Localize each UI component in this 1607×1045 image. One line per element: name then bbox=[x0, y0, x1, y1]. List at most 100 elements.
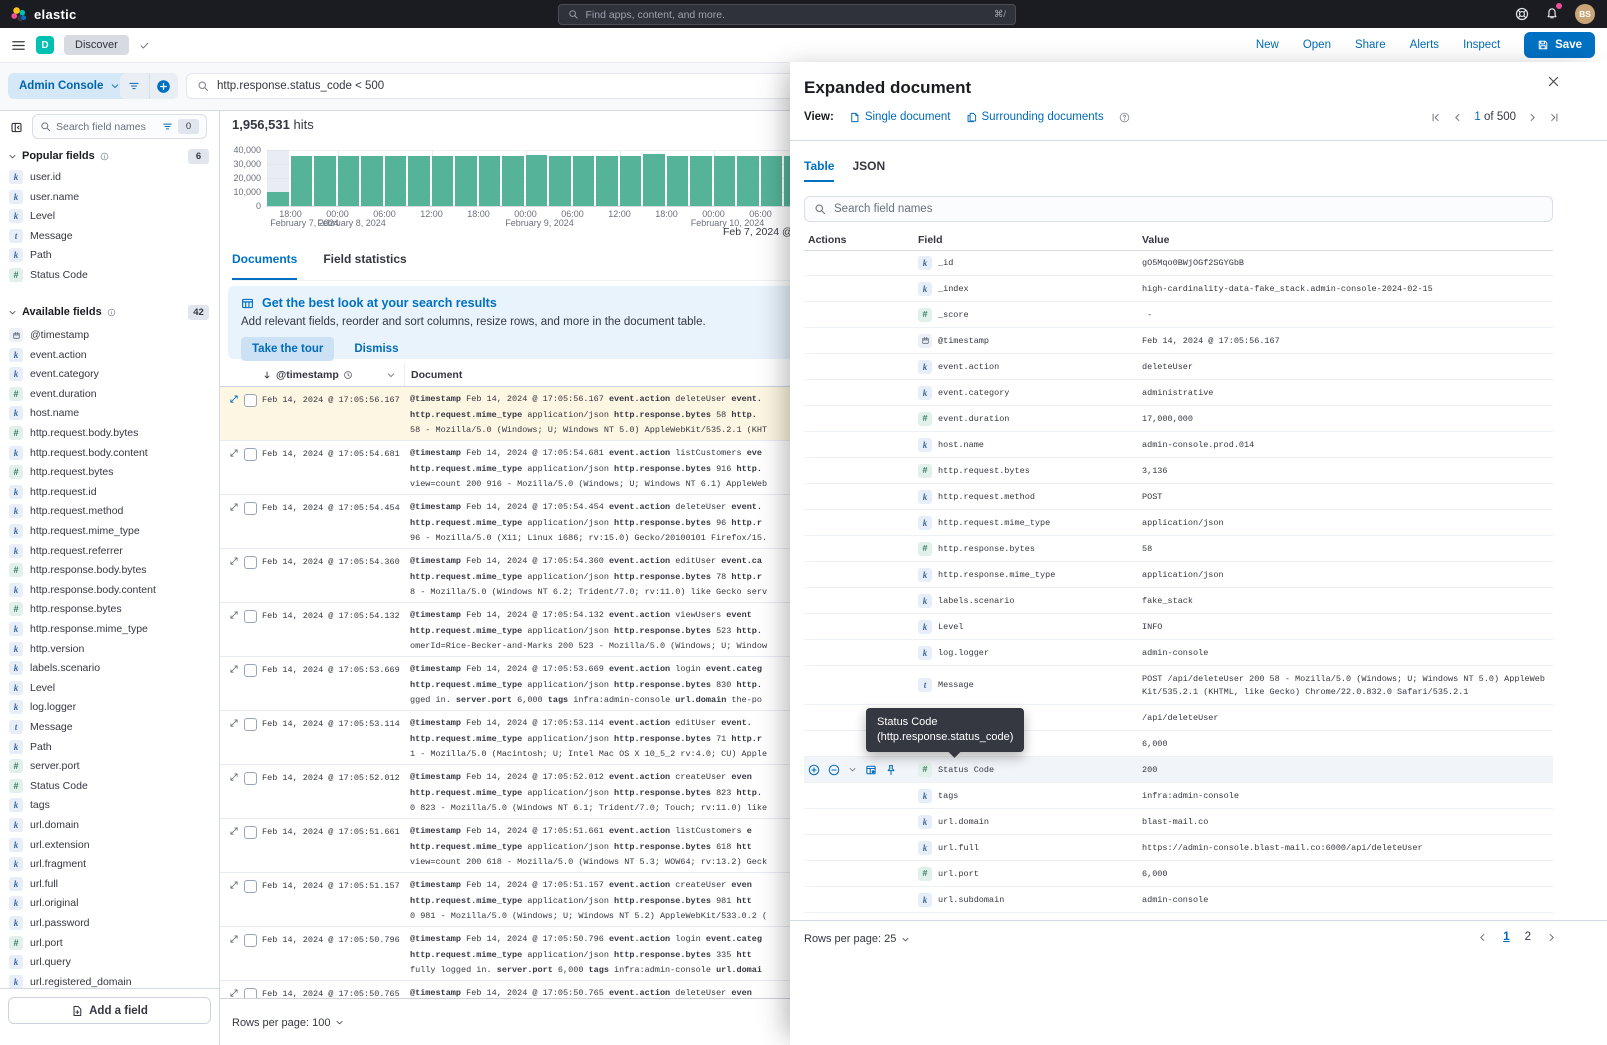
timestamp-column-header[interactable]: @timestamp bbox=[262, 369, 404, 381]
help-circle-icon[interactable] bbox=[1119, 112, 1130, 123]
row-checkbox[interactable] bbox=[244, 772, 257, 785]
sidebar-item-url-port[interactable]: #url.port bbox=[0, 933, 219, 953]
flyout-field-row[interactable]: khttp.request.methodPOST bbox=[804, 484, 1553, 510]
histogram-bar[interactable] bbox=[314, 156, 336, 206]
row-checkbox[interactable] bbox=[244, 448, 257, 461]
sidebar-item-http-response-mime-type[interactable]: khttp.response.mime_type bbox=[0, 619, 219, 639]
flyout-field-row[interactable]: kevent.categoryadministrative bbox=[804, 380, 1553, 406]
expand-document-icon[interactable] bbox=[229, 718, 239, 728]
breadcrumb[interactable]: Discover bbox=[64, 35, 129, 55]
histogram-bar[interactable] bbox=[408, 156, 430, 206]
histogram-bar[interactable] bbox=[690, 156, 712, 206]
sidebar-item-url-full[interactable]: kurl.full bbox=[0, 874, 219, 894]
field-section-header-available[interactable]: Available fields42 bbox=[8, 304, 209, 320]
sidebar-item-http-request-mime-type[interactable]: khttp.request.mime_type bbox=[0, 521, 219, 541]
flyout-field-row[interactable]: #_score - bbox=[804, 302, 1553, 328]
dismiss-button[interactable]: Dismiss bbox=[354, 343, 398, 355]
save-button[interactable]: Save bbox=[1524, 32, 1595, 58]
histogram-bar[interactable] bbox=[573, 156, 595, 206]
flyout-field-row[interactable]: kurl.domainblast-mail.co bbox=[804, 809, 1553, 835]
row-checkbox[interactable] bbox=[244, 502, 257, 515]
flyout-field-row[interactable]: k_indexhigh-cardinality-data-fake_stack.… bbox=[804, 276, 1553, 302]
sidebar-item-http-request-id[interactable]: khttp.request.id bbox=[0, 482, 219, 502]
flyout-field-search-input[interactable]: Search field names bbox=[804, 196, 1553, 222]
flyout-field-row[interactable]: tMessagePOST /api/deleteUser 200 58 - Mo… bbox=[804, 666, 1553, 705]
last-page-icon[interactable] bbox=[1549, 112, 1560, 123]
histogram-bar[interactable] bbox=[737, 156, 759, 206]
histogram-bar[interactable] bbox=[620, 156, 642, 206]
row-checkbox[interactable] bbox=[244, 610, 257, 623]
flyout-field-row[interactable]: #url.port6,000 bbox=[804, 861, 1553, 887]
flyout-field-row[interactable]: kLevelINFO bbox=[804, 614, 1553, 640]
nav-link-share[interactable]: Share bbox=[1355, 39, 1386, 51]
sidebar-item-user-id[interactable]: kuser.id bbox=[0, 167, 219, 187]
field-filter-icon[interactable] bbox=[162, 121, 173, 132]
menu-icon[interactable] bbox=[11, 38, 26, 53]
histogram-bar[interactable] bbox=[526, 155, 548, 206]
expand-document-icon[interactable] bbox=[229, 502, 239, 512]
histogram-bar[interactable] bbox=[361, 156, 383, 206]
sidebar-item-path[interactable]: kPath bbox=[0, 737, 219, 757]
sidebar-item-url-password[interactable]: kurl.password bbox=[0, 913, 219, 933]
sidebar-item-http-version[interactable]: khttp.version bbox=[0, 639, 219, 659]
sidebar-item-server-port[interactable]: #server.port bbox=[0, 756, 219, 776]
discover-app-badge[interactable]: D bbox=[36, 36, 54, 54]
row-checkbox[interactable] bbox=[244, 664, 257, 677]
flyout-field-row[interactable]: kurl.subdomainadmin-console bbox=[804, 887, 1553, 913]
histogram-bar[interactable] bbox=[667, 156, 689, 206]
flyout-field-row[interactable]: #event.duration17,000,000 bbox=[804, 406, 1553, 432]
sidebar-item-url-extension[interactable]: kurl.extension bbox=[0, 835, 219, 855]
flyout-field-row[interactable]: #Status Code200 bbox=[804, 757, 1553, 783]
flyout-rows-per-page[interactable]: Rows per page: 25 bbox=[804, 933, 910, 945]
sidebar-item-status-code[interactable]: #Status Code bbox=[0, 776, 219, 796]
row-checkbox[interactable] bbox=[244, 718, 257, 731]
flyout-field-row[interactable]: kevent.actiondeleteUser bbox=[804, 354, 1553, 380]
sidebar-item-host-name[interactable]: khost.name bbox=[0, 403, 219, 423]
sidebar-item-event-action[interactable]: kevent.action bbox=[0, 345, 219, 365]
sidebar-item-event-duration[interactable]: #event.duration bbox=[0, 384, 219, 404]
toggle-column-icon[interactable] bbox=[865, 764, 877, 776]
flyout-field-row[interactable]: #http.request.bytes3,136 bbox=[804, 458, 1553, 484]
sidebar-item-level[interactable]: kLevel bbox=[0, 206, 219, 226]
filter-icon[interactable] bbox=[120, 80, 149, 92]
flyout-field-row[interactable]: klog.loggeradmin-console bbox=[804, 640, 1553, 666]
sidebar-item-http-response-bytes[interactable]: #http.response.bytes bbox=[0, 599, 219, 619]
histogram-bar[interactable] bbox=[714, 156, 736, 206]
global-search-input[interactable]: Find apps, content, and more. ⌘/ bbox=[558, 4, 1016, 25]
filter-options-icon[interactable] bbox=[848, 765, 857, 774]
page-number-2[interactable]: 2 bbox=[1525, 931, 1531, 943]
flyout-field-row[interactable]: ktagsinfra:admin-console bbox=[804, 783, 1553, 809]
data-view-picker[interactable]: Admin Console bbox=[8, 73, 131, 99]
flyout-field-row[interactable]: klabels.scenariofake_stack bbox=[804, 588, 1553, 614]
expand-document-icon[interactable] bbox=[229, 610, 239, 620]
flyout-field-row[interactable]: khttp.response.mime_typeapplication/json bbox=[804, 562, 1553, 588]
flyout-field-row[interactable]: khost.nameadmin-console.prod.014 bbox=[804, 432, 1553, 458]
sidebar-item-path[interactable]: kPath bbox=[0, 245, 219, 265]
field-section-header-popular[interactable]: Popular fields6 bbox=[8, 148, 209, 164]
sidebar-item-http-request-bytes[interactable]: #http.request.bytes bbox=[0, 462, 219, 482]
help-icon[interactable] bbox=[1515, 7, 1529, 21]
elastic-logo[interactable]: elastic bbox=[0, 6, 77, 23]
expand-document-icon[interactable] bbox=[229, 394, 239, 404]
histogram-bar[interactable] bbox=[502, 156, 524, 206]
row-checkbox[interactable] bbox=[244, 556, 257, 569]
histogram-bar[interactable] bbox=[479, 156, 501, 206]
sidebar-item-status-code[interactable]: #Status Code bbox=[0, 265, 219, 285]
check-icon[interactable] bbox=[139, 40, 150, 51]
field-search-input[interactable]: Search field names 0 bbox=[32, 114, 207, 139]
expand-document-icon[interactable] bbox=[229, 772, 239, 782]
flyout-field-row[interactable]: k_idgO5Mqo0BWjOGf2SGYGbB bbox=[804, 250, 1553, 276]
nav-link-inspect[interactable]: Inspect bbox=[1463, 39, 1500, 51]
tab-field-statistics[interactable]: Field statistics bbox=[323, 252, 406, 280]
next-page-icon[interactable] bbox=[1527, 112, 1538, 123]
expand-document-icon[interactable] bbox=[229, 826, 239, 836]
row-checkbox[interactable] bbox=[244, 826, 257, 839]
sidebar-item-message[interactable]: tMessage bbox=[0, 226, 219, 246]
sidebar-item-message[interactable]: tMessage bbox=[0, 717, 219, 737]
sidebar-item--timestamp[interactable]: @timestamp bbox=[0, 325, 219, 345]
sidebar-item-http-response-body-content[interactable]: khttp.response.body.content bbox=[0, 580, 219, 600]
expand-document-icon[interactable] bbox=[229, 880, 239, 890]
expand-document-icon[interactable] bbox=[229, 988, 239, 998]
nav-link-new[interactable]: New bbox=[1256, 39, 1279, 51]
flyout-tab-table[interactable]: Table bbox=[804, 159, 834, 182]
